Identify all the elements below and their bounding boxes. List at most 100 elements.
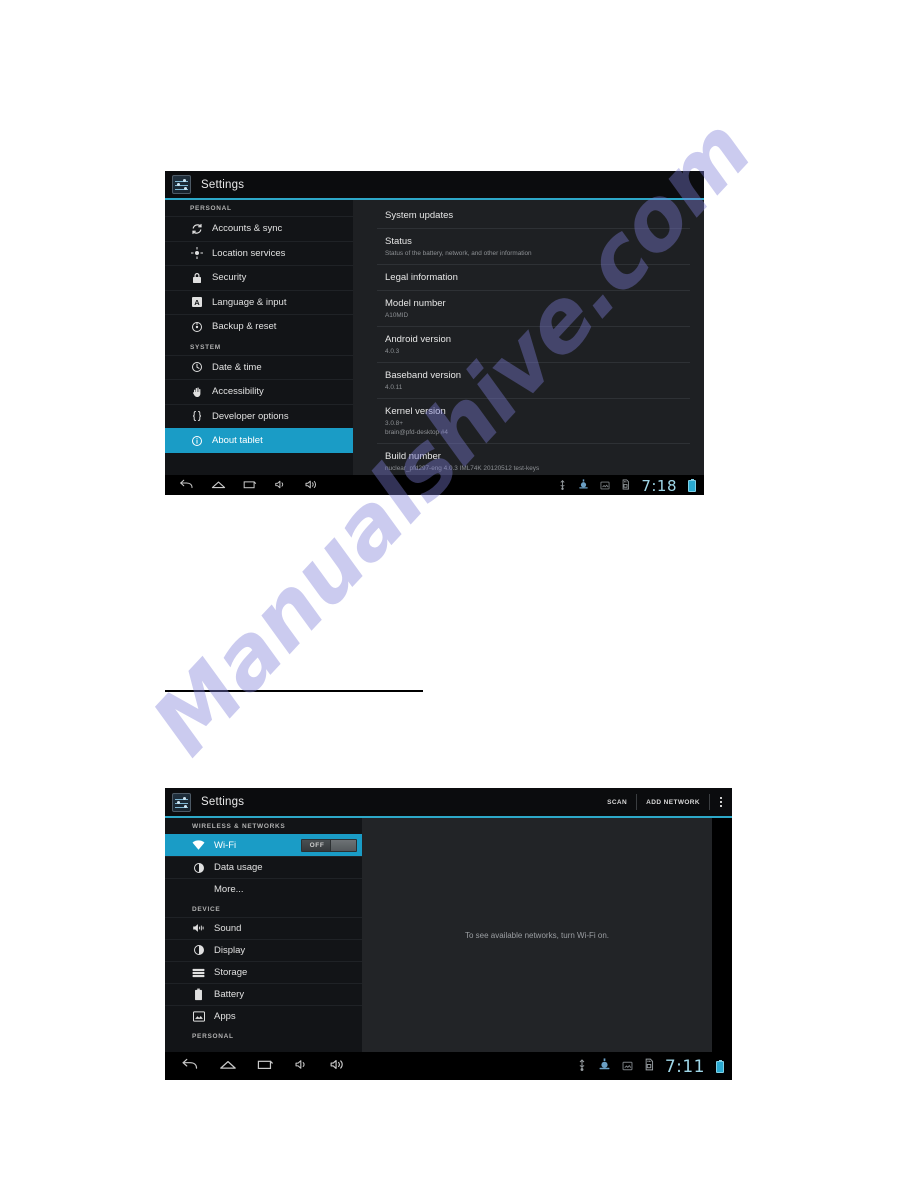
recents-icon[interactable]: [257, 1058, 274, 1076]
sidebar-section-header-wireless: WIRELESS & NETWORKS: [192, 823, 286, 830]
data-usage-icon: [192, 861, 205, 874]
detail-row-title: Android version: [385, 334, 452, 345]
sidebar-item-developer-options[interactable]: Developer options: [165, 403, 353, 429]
volume-down-icon[interactable]: [294, 1058, 309, 1076]
detail-row-title: Build number: [385, 451, 441, 462]
detail-row-android-version: Android version 4.0.3: [377, 326, 690, 362]
sidebar-item-security[interactable]: Security: [165, 265, 353, 290]
settings-icon: [172, 175, 191, 194]
sidebar-item-label: Battery: [214, 989, 245, 1001]
detail-row-subtitle: 4.0.3: [385, 348, 400, 355]
sd-card-icon: [621, 477, 630, 495]
volume-down-icon[interactable]: [274, 477, 287, 495]
sidebar-item-label: Data usage: [214, 862, 263, 874]
screenshot-icon: [600, 477, 610, 495]
sidebar-item-label: More...: [214, 884, 244, 896]
sidebar-section-header-personal: PERSONAL: [190, 205, 232, 212]
about-tablet-detail-list: System updates Status Status of the batt…: [353, 200, 704, 475]
app-title: Settings: [201, 796, 245, 808]
screenshot-icon: [622, 1058, 633, 1076]
status-clock: 7:11: [664, 1056, 705, 1077]
lock-icon: [190, 271, 203, 284]
wifi-toggle-knob: [330, 840, 356, 852]
sidebar-item-language-input[interactable]: A Language & input: [165, 289, 353, 315]
sidebar-item-label: Accounts & sync: [212, 223, 283, 235]
detail-row-status[interactable]: Status Status of the battery, network, a…: [377, 228, 690, 264]
display-icon: [192, 944, 205, 957]
scan-button[interactable]: SCAN: [598, 788, 636, 816]
settings-body: WIRELESS & NETWORKS Wi-Fi OFF Data usage…: [165, 818, 732, 1052]
wifi-toggle-state: OFF: [309, 842, 325, 850]
wifi-empty-message: To see available networks, turn Wi-Fi on…: [464, 930, 610, 940]
detail-row-baseband-version: Baseband version 4.0.11: [377, 362, 690, 398]
recents-icon[interactable]: [243, 477, 257, 495]
system-navigation-bar: 7:18: [165, 475, 704, 495]
volume-up-icon[interactable]: [304, 477, 319, 495]
location-icon: [190, 247, 203, 260]
braces-icon: [190, 410, 203, 423]
sidebar-item-date-time[interactable]: Date & time: [165, 354, 353, 380]
sidebar-item-about-tablet[interactable]: About tablet: [165, 428, 353, 453]
back-icon[interactable]: [179, 477, 194, 495]
detail-row-subtitle: 4.0.11: [385, 384, 403, 391]
settings-status-icon: [598, 1058, 611, 1076]
sidebar-section-header-device: DEVICE: [192, 905, 221, 913]
sidebar-item-label: About tablet: [212, 435, 263, 447]
backup-restore-icon: [190, 320, 203, 333]
detail-row-legal-information[interactable]: Legal information: [377, 264, 690, 290]
detail-row-title: Model number: [385, 298, 446, 309]
settings-sidebar: WIRELESS & NETWORKS Wi-Fi OFF Data usage…: [165, 818, 362, 1052]
sidebar-item-label: Display: [214, 944, 246, 956]
overflow-menu-icon[interactable]: [710, 788, 732, 816]
svg-text:A: A: [194, 298, 200, 307]
action-bar: Settings SCAN ADD NETWORK: [165, 788, 732, 816]
battery-icon: [716, 1060, 724, 1073]
app-title: Settings: [201, 178, 245, 191]
sidebar-item-data-usage[interactable]: Data usage: [165, 856, 362, 878]
detail-row-title: Legal information: [385, 272, 458, 283]
sidebar-item-location-services[interactable]: Location services: [165, 240, 353, 266]
sidebar-item-label: Location services: [212, 247, 286, 259]
detail-row-title: Status: [385, 236, 412, 247]
sidebar-item-label: Accessibility: [212, 386, 264, 398]
wifi-icon: [192, 839, 205, 852]
sidebar-item-more[interactable]: More...: [165, 878, 362, 900]
sidebar-item-storage[interactable]: Storage: [165, 960, 362, 983]
sidebar-item-wifi[interactable]: Wi-Fi OFF: [165, 834, 362, 857]
detail-row-title: System updates: [385, 210, 454, 221]
sidebar-item-backup-reset[interactable]: Backup & reset: [165, 314, 353, 339]
home-icon[interactable]: [211, 477, 226, 495]
status-clock: 7:18: [641, 476, 677, 495]
horizontal-rule: [165, 690, 423, 692]
wifi-network-list-pane: To see available networks, turn Wi-Fi on…: [362, 818, 712, 1052]
volume-up-icon[interactable]: [329, 1058, 346, 1076]
usb-icon: [558, 477, 567, 495]
sidebar-item-apps[interactable]: Apps: [165, 1005, 362, 1027]
home-icon[interactable]: [219, 1058, 237, 1076]
right-edge-strip: [712, 818, 732, 1052]
sidebar-item-battery[interactable]: Battery: [165, 983, 362, 1005]
settings-sidebar: PERSONAL Accounts & sync Location servic…: [165, 200, 353, 475]
add-network-button[interactable]: ADD NETWORK: [637, 788, 709, 816]
settings-body: PERSONAL Accounts & sync Location servic…: [165, 200, 704, 475]
action-bar: Settings: [165, 171, 704, 198]
usb-icon: [577, 1058, 587, 1076]
detail-row-subtitle: A10MID: [385, 312, 409, 319]
apps-icon: [192, 1010, 205, 1023]
clock-icon: [190, 361, 203, 374]
detail-row-system-updates[interactable]: System updates: [377, 200, 690, 228]
wifi-toggle-switch[interactable]: OFF: [301, 839, 357, 853]
sidebar-item-sound[interactable]: Sound: [165, 916, 362, 939]
sidebar-section-header-system: SYSTEM: [190, 343, 221, 351]
sidebar-item-accounts-sync[interactable]: Accounts & sync: [165, 216, 353, 241]
sidebar-item-label: Apps: [214, 1011, 236, 1023]
back-icon[interactable]: [181, 1058, 199, 1076]
detail-row-kernel-version: Kernel version 3.0.8+ brain@pfd-desktop …: [377, 398, 690, 443]
screenshot-about-tablet: Settings PERSONAL Accounts & sync Locati…: [165, 171, 704, 495]
sidebar-item-label: Wi-Fi: [214, 840, 237, 852]
hand-icon: [190, 385, 203, 398]
sidebar-item-display[interactable]: Display: [165, 938, 362, 961]
sidebar-item-label: Backup & reset: [212, 321, 277, 333]
action-bar-actions: SCAN ADD NETWORK: [598, 788, 732, 816]
sidebar-item-accessibility[interactable]: Accessibility: [165, 379, 353, 404]
